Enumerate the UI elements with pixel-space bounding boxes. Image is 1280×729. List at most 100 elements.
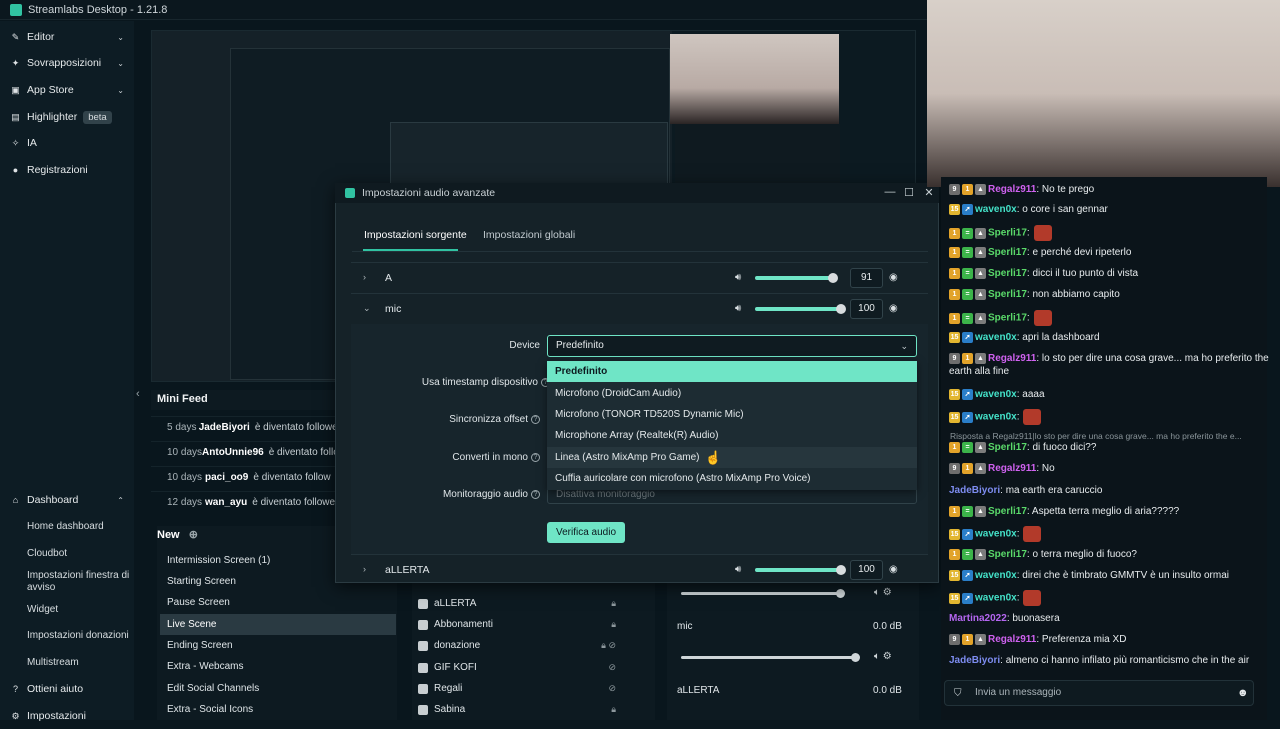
chat-username[interactable]: waven0x: [975, 570, 1017, 581]
tab-global-settings[interactable]: Impostazioni globali: [483, 229, 575, 241]
dropdown-option[interactable]: Microfono (DroidCam Audio): [547, 383, 917, 404]
source-item[interactable]: Regali ⊘: [418, 678, 648, 699]
lock-icon[interactable]: 🔒︎: [611, 704, 616, 715]
volume-slider-knob[interactable]: [836, 565, 846, 575]
eye-icon[interactable]: ◉: [889, 303, 898, 314]
visibility-off-icon[interactable]: ⊘: [608, 683, 616, 694]
sidebar-item-editor[interactable]: ✎ Editor ⌄: [0, 24, 134, 50]
eye-icon[interactable]: ◉: [889, 272, 898, 283]
chat-username[interactable]: waven0x: [975, 204, 1017, 215]
chat-username[interactable]: Sperli17: [988, 506, 1027, 517]
volume-input[interactable]: 100: [850, 560, 883, 580]
chat-username[interactable]: Sperli17: [988, 313, 1027, 324]
chat-username[interactable]: Sperli17: [988, 247, 1027, 258]
scene-item[interactable]: Ending Screen: [160, 635, 396, 656]
chat-username[interactable]: Regalz911: [988, 184, 1036, 195]
mixer-slider[interactable]: [681, 656, 856, 659]
minimize-icon[interactable]: —: [883, 186, 897, 198]
chat-username[interactable]: Sperli17: [988, 289, 1027, 300]
chat-username[interactable]: Regalz911: [988, 353, 1036, 364]
source-item[interactable]: Abbonamenti 🔒︎: [418, 614, 648, 635]
scene-item[interactable]: Extra - Social Icons: [160, 699, 396, 720]
collapse-arrow-icon[interactable]: ‹: [136, 388, 140, 400]
volume-slider-knob[interactable]: [828, 273, 838, 283]
help-icon[interactable]: ?: [531, 452, 540, 462]
volume-slider[interactable]: [755, 568, 841, 572]
dropdown-option[interactable]: Cuffia auricolare con microfono (Astro M…: [547, 468, 917, 489]
visibility-off-icon[interactable]: ⊘: [608, 662, 616, 673]
volume-icon[interactable]: 🔊︎: [735, 272, 741, 283]
chat-input[interactable]: Invia un messaggio: [944, 680, 1254, 706]
volume-input[interactable]: 91: [850, 268, 883, 288]
scene-item[interactable]: Edit Social Channels: [160, 678, 396, 699]
chat-username[interactable]: waven0x: [975, 529, 1017, 540]
mixer-slider[interactable]: [681, 592, 841, 595]
source-item[interactable]: donazione 🔒︎ ⊘: [418, 635, 648, 656]
volume-slider[interactable]: [755, 276, 833, 280]
chat-username[interactable]: JadeBiyori: [949, 655, 1000, 666]
dropdown-option-hovered[interactable]: Linea (Astro MixAmp Pro Game): [547, 447, 917, 468]
lock-icon[interactable]: 🔒︎: [611, 598, 616, 609]
sidebar-item-highlighter[interactable]: ▤ Highlighter beta: [0, 104, 134, 130]
chat-username[interactable]: Regalz911: [988, 463, 1036, 474]
chat-username[interactable]: waven0x: [975, 332, 1017, 343]
sidebar-sub-donation-settings[interactable]: Impostazioni donazioni: [27, 630, 131, 642]
sidebar-sub-alert-settings[interactable]: Impostazioni finestra di avviso: [27, 570, 131, 594]
chat-username[interactable]: Regalz911: [988, 634, 1036, 645]
verify-audio-button[interactable]: Verifica audio: [547, 522, 625, 543]
chevron-down-icon[interactable]: ⌄: [363, 303, 371, 314]
chat-username[interactable]: JadeBiyori: [949, 485, 1000, 496]
audio-source-row[interactable]: › A: [351, 262, 928, 293]
maximize-icon[interactable]: ☐: [902, 186, 916, 199]
scene-item-active[interactable]: Live Scene: [160, 614, 396, 635]
chat-username[interactable]: waven0x: [975, 593, 1017, 604]
chat-username[interactable]: Sperli17: [988, 228, 1027, 239]
sidebar-item-dashboard[interactable]: ⌂ Dashboard ⌃: [0, 487, 134, 513]
add-scene-icon[interactable]: ⊕: [189, 529, 198, 541]
chat-username[interactable]: Sperli17: [988, 549, 1027, 560]
chat-username[interactable]: Sperli17: [988, 442, 1027, 453]
chat-username[interactable]: Martina2022: [949, 613, 1007, 624]
scene-item[interactable]: Extra - Webcams: [160, 656, 396, 677]
volume-slider[interactable]: [755, 307, 841, 311]
sidebar-sub-widget[interactable]: Widget: [27, 604, 131, 616]
scene-collection-title[interactable]: New ⊕: [157, 528, 198, 541]
sidebar-sub-multistream[interactable]: Multistream: [27, 657, 131, 669]
tab-source-settings[interactable]: Impostazioni sorgente: [364, 229, 467, 241]
chat-username[interactable]: Sperli17: [988, 268, 1027, 279]
sidebar-sub-home-dashboard[interactable]: Home dashboard: [27, 521, 131, 533]
device-select[interactable]: Predefinito ⌄: [547, 335, 917, 357]
sidebar-item-help[interactable]: ? Ottieni aiuto: [0, 676, 134, 702]
volume-input[interactable]: 100: [850, 299, 883, 319]
mixer-slider-knob[interactable]: [836, 589, 845, 598]
sidebar-item-recordings[interactable]: ● Registrazioni: [0, 157, 134, 183]
lock-icon[interactable]: 🔒︎: [611, 619, 616, 630]
dropdown-option[interactable]: Microfono (TONOR TD520S Dynamic Mic): [547, 404, 917, 425]
volume-icon[interactable]: 🔊︎: [735, 303, 741, 314]
chevron-right-icon[interactable]: ›: [363, 564, 366, 574]
volume-slider-knob[interactable]: [836, 304, 846, 314]
dropdown-option[interactable]: Microphone Array (Realtek(R) Audio): [547, 425, 917, 446]
mixer-controls-icon[interactable]: 🔈︎ ⚙: [874, 587, 892, 598]
visibility-off-icon[interactable]: 🔒︎ ⊘: [601, 640, 616, 651]
help-icon[interactable]: ?: [531, 489, 540, 499]
scene-item[interactable]: Pause Screen: [160, 592, 396, 613]
sidebar-item-ia[interactable]: ✧ IA: [0, 130, 134, 156]
close-icon[interactable]: ✕: [922, 186, 936, 199]
volume-icon[interactable]: 🔊︎: [735, 564, 741, 575]
help-icon[interactable]: ?: [531, 414, 540, 424]
chat-username[interactable]: waven0x: [975, 389, 1017, 400]
dropdown-option-selected[interactable]: Predefinito: [547, 361, 917, 382]
sidebar-item-overlays[interactable]: ✦ Sovrapposizioni ⌄: [0, 50, 134, 76]
sidebar-item-app-store[interactable]: ▣ App Store ⌄: [0, 77, 134, 103]
sidebar-sub-cloudbot[interactable]: Cloudbot: [27, 548, 131, 560]
chevron-right-icon[interactable]: ›: [363, 272, 366, 282]
source-item[interactable]: GIF KOFI ⊘: [418, 657, 648, 678]
sidebar-item-settings[interactable]: ⚙ Impostazioni: [0, 703, 134, 729]
source-item[interactable]: Sabina 🔒︎: [418, 699, 648, 720]
emoji-icon[interactable]: ☻: [1237, 687, 1249, 699]
mixer-slider-knob[interactable]: [851, 653, 860, 662]
eye-icon[interactable]: ◉: [889, 564, 898, 575]
shield-icon[interactable]: ⛉: [954, 688, 962, 699]
mixer-controls-icon[interactable]: 🔈︎ ⚙: [874, 651, 892, 662]
